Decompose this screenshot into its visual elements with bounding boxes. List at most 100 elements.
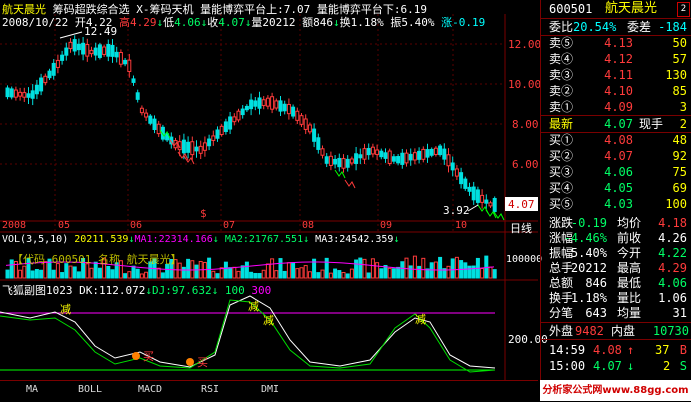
inner-value: 10730 xyxy=(652,324,689,338)
stock-name-panel: 航天晨光 xyxy=(605,1,658,16)
tab-boll[interactable]: BOLL xyxy=(70,384,110,395)
stat-label: 总手 xyxy=(549,261,574,275)
outer-label: 外盘 xyxy=(549,324,574,338)
candle-body xyxy=(446,154,451,167)
candle-body xyxy=(253,100,258,107)
candle-body xyxy=(349,158,354,164)
sell-row: 卖⑤ 4.13 50 xyxy=(541,35,691,51)
time-label: 07 xyxy=(223,220,236,231)
stat-value: 643 xyxy=(585,306,607,320)
amount-value: 846 xyxy=(313,16,333,29)
volume-bar xyxy=(223,261,228,279)
close-label: 收 xyxy=(207,16,219,29)
candle-body xyxy=(207,138,212,147)
volume-bar xyxy=(219,267,224,279)
candle-body xyxy=(156,123,161,135)
order-level-label: 买⑤ xyxy=(549,197,574,211)
hand-label: 现手 xyxy=(639,117,664,131)
order-level-label: 卖④ xyxy=(549,52,574,66)
volume-bar xyxy=(278,258,283,279)
volume-bar xyxy=(261,269,266,279)
stat-label: 最高 xyxy=(617,261,642,275)
price-tick: 12.00 xyxy=(508,38,542,51)
period-label[interactable]: 日线 xyxy=(510,220,532,236)
candle-body xyxy=(51,62,56,76)
candle-body xyxy=(72,39,77,52)
candle-body xyxy=(442,148,447,160)
candle-body xyxy=(118,52,123,65)
volume-bar xyxy=(240,265,245,279)
candle-body xyxy=(76,43,81,51)
tab-dmi[interactable]: DMI xyxy=(250,384,290,395)
panel-number-badge[interactable]: 2 xyxy=(677,2,690,17)
tab-macd[interactable]: MACD xyxy=(130,384,170,395)
inner-label: 内盘 xyxy=(611,324,636,338)
tab-ma[interactable]: MA xyxy=(12,384,52,395)
candle-body xyxy=(282,103,287,112)
volume-bar xyxy=(307,271,312,279)
candle-body xyxy=(480,194,485,203)
stock-code: 600501 xyxy=(549,2,593,16)
indicator-mark: 减 xyxy=(60,303,71,316)
candle-body xyxy=(492,198,497,212)
candle-body xyxy=(295,110,300,121)
candle-body xyxy=(211,135,216,141)
change-label: 涨 xyxy=(441,16,453,29)
tick-flag: B xyxy=(679,343,687,357)
sell-row: 卖① 4.09 3 xyxy=(541,99,691,115)
candle-body xyxy=(186,141,191,153)
candle-body xyxy=(484,199,489,204)
candle-body xyxy=(43,75,48,84)
volume-bar xyxy=(194,264,199,279)
candle-body xyxy=(202,142,207,151)
volume-bar xyxy=(467,265,472,279)
volume-bar xyxy=(362,258,367,279)
stats-row: 涨幅 -4.46% 前收 4.26 xyxy=(541,230,691,246)
candle-body xyxy=(5,87,10,98)
stat-label: 均量 xyxy=(617,306,642,320)
volume-bar xyxy=(30,270,35,279)
latest-row: 最新 4.07 现手 2 xyxy=(541,115,691,133)
candle-body xyxy=(219,125,224,135)
candle-body xyxy=(354,153,359,164)
volume-ma2: MA2:21767.551 xyxy=(224,234,304,245)
volume-bar xyxy=(181,266,186,279)
stat-label: 前收 xyxy=(617,231,642,245)
indicator-buy-mark: 买 xyxy=(143,350,154,363)
order-level-label: 买① xyxy=(549,133,574,147)
volume-title: VOL(3,5,10) xyxy=(2,234,69,245)
candle-body xyxy=(265,97,270,107)
indicator-mark: 减 xyxy=(248,300,259,313)
volume-bar xyxy=(354,259,359,279)
volume-bar xyxy=(139,273,144,279)
volume-bar xyxy=(324,257,329,279)
volume-bar xyxy=(379,268,384,279)
time-label: 08 xyxy=(302,220,315,231)
candle-body xyxy=(488,202,493,207)
order-level-label: 卖⑤ xyxy=(549,36,574,50)
candle-body xyxy=(429,148,434,156)
buy-row: 买④ 4.05 69 xyxy=(541,180,691,196)
volume-bar xyxy=(438,256,443,279)
stat-value: -4.46% xyxy=(563,231,607,245)
order-level-label: 卖③ xyxy=(549,68,574,82)
candle-body xyxy=(328,155,333,166)
volume-bar xyxy=(160,272,165,279)
stat-value: 4.29 xyxy=(658,261,687,275)
candle-body xyxy=(152,118,157,130)
tab-rsi[interactable]: RSI xyxy=(190,384,230,395)
volume-bar xyxy=(211,270,216,279)
max-price-label: 12.49 xyxy=(84,25,118,38)
candle-body xyxy=(181,139,186,154)
stats-row: 振幅 5.40% 今开 4.22 xyxy=(541,245,691,261)
stats-row: 换手 1.18% 量比 1.06 xyxy=(541,290,691,306)
volume-bar xyxy=(291,262,296,279)
volume-bar xyxy=(110,269,115,279)
vol-value: 20212 xyxy=(262,16,296,29)
candle-body xyxy=(30,90,35,99)
order-volume: 3 xyxy=(679,100,687,114)
candle-body xyxy=(358,154,363,159)
candle-body xyxy=(89,49,94,55)
candle-body xyxy=(22,92,27,98)
chart-area[interactable]: $ 航天晨光 筹码超跌综合选 X-筹码天机 量能博弈平台上:7.07 量能博弈平… xyxy=(0,0,548,380)
